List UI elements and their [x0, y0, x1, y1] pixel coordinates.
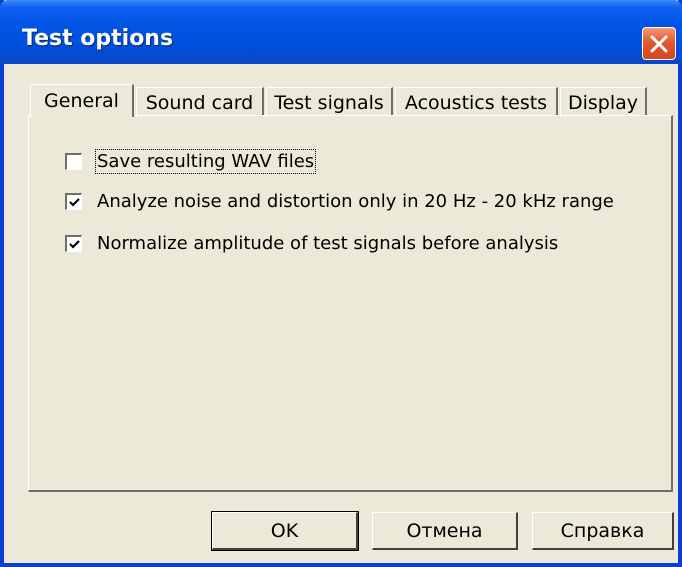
option-label: Analyze noise and distortion only in 20 … [97, 190, 614, 212]
tab-display[interactable]: Display [560, 87, 647, 117]
tab-label: Sound card [145, 91, 254, 114]
tab-test-signals[interactable]: Test signals [266, 87, 393, 117]
cancel-button[interactable]: Отмена [372, 512, 518, 550]
help-button-label: Справка [560, 519, 645, 542]
title-bar[interactable]: Test options [0, 0, 682, 64]
tab-acoustics-tests[interactable]: Acoustics tests [395, 87, 558, 117]
option-analyze-range[interactable]: Analyze noise and distortion only in 20 … [65, 189, 614, 213]
tab-label: Acoustics tests [404, 91, 548, 114]
tab-label: Display [567, 91, 639, 114]
tab-general[interactable]: General [30, 84, 134, 117]
checkmark-icon [69, 197, 80, 207]
ok-button-label: OK [270, 519, 299, 542]
tab-panel-general: Save resulting WAV files Analyze noise a… [28, 115, 673, 492]
option-label: Normalize amplitude of test signals befo… [97, 232, 559, 254]
normalize-checkbox[interactable] [65, 234, 82, 252]
option-normalize[interactable]: Normalize amplitude of test signals befo… [65, 231, 558, 255]
cancel-button-label: Отмена [406, 519, 483, 542]
ok-button[interactable]: OK [211, 511, 359, 551]
checkmark-icon [69, 239, 80, 249]
option-save-wav[interactable]: Save resulting WAV files [65, 148, 317, 174]
help-button[interactable]: Справка [532, 512, 674, 550]
dialog-window: Test options General Sound card Test sig… [0, 0, 682, 567]
tab-label: Test signals [274, 91, 384, 114]
tab-sound-card[interactable]: Sound card [136, 87, 264, 117]
window-title: Test options [22, 26, 174, 51]
analyze-range-checkbox[interactable] [65, 192, 82, 210]
close-button[interactable] [642, 27, 676, 60]
option-label: Save resulting WAV files [94, 148, 317, 174]
save-wav-checkbox[interactable] [65, 152, 82, 170]
tab-label: General [44, 90, 119, 112]
close-icon [650, 35, 668, 53]
